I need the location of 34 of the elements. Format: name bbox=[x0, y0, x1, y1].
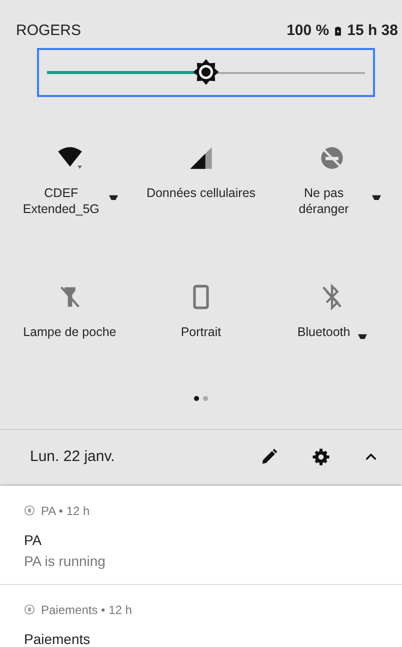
notification-app: Paiements • 12 h bbox=[41, 602, 132, 619]
tile-label: Lampe de poche bbox=[23, 324, 116, 340]
quick-tile[interactable]: Bluetooth bbox=[266, 284, 398, 340]
carrier-name: ROGERS bbox=[16, 20, 82, 41]
clock-time: 15 h 38 bbox=[347, 20, 398, 41]
page-indicator-dot[interactable] bbox=[194, 396, 199, 401]
tile-label: Portrait bbox=[180, 324, 222, 340]
tile-label: Bluetooth bbox=[297, 324, 350, 340]
tile-label: Ne pas déranger bbox=[298, 185, 350, 218]
settings-icon[interactable] bbox=[312, 448, 330, 466]
tile-label: Données cellulaires bbox=[146, 185, 256, 202]
notification-text: PA is running bbox=[24, 552, 106, 571]
quick-tile[interactable]: CDEF Extended_5G bbox=[4, 145, 136, 218]
quick-tile[interactable]: Portrait bbox=[135, 284, 267, 340]
tile-label: CDEF Extended_5G bbox=[22, 185, 100, 218]
page-indicator-dot[interactable] bbox=[203, 396, 208, 401]
battery-percent: 100 % bbox=[286, 20, 330, 41]
app-icon bbox=[24, 505, 35, 516]
brightness-slider[interactable] bbox=[37, 48, 375, 97]
quick-tile[interactable]: Lampe de poche bbox=[4, 284, 136, 340]
edit-icon[interactable] bbox=[260, 448, 278, 466]
dropdown-caret-icon[interactable] bbox=[372, 195, 381, 200]
brightness-thumb-icon[interactable] bbox=[192, 58, 220, 86]
notification-card[interactable]: PA • 12 h PA PA is running bbox=[0, 486, 402, 585]
dropdown-caret-icon[interactable] bbox=[358, 334, 368, 338]
quick-tile[interactable]: Données cellulaires bbox=[135, 145, 267, 218]
notification-app: PA • 12 h bbox=[41, 502, 90, 520]
dropdown-caret-icon[interactable] bbox=[109, 195, 118, 200]
quick-tile[interactable]: Ne pas déranger bbox=[266, 145, 398, 218]
notification-card[interactable]: Paiements • 12 h Paiements bbox=[0, 584, 402, 647]
notification-title: Paiements bbox=[24, 630, 92, 647]
notification-title: PA bbox=[24, 530, 43, 550]
date-label: Lun. 22 janv. bbox=[30, 446, 115, 466]
app-icon bbox=[24, 604, 35, 616]
